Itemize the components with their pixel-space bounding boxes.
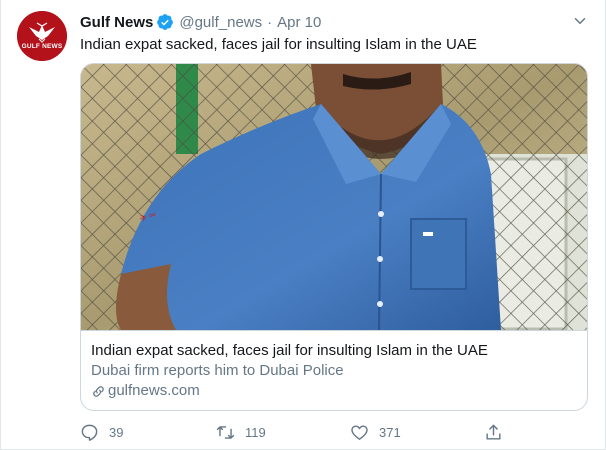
link-card[interactable]: ✈ ═ Indian expat sacked, faces jail for … <box>80 63 588 411</box>
tweet-actions: 39 119 371 <box>80 422 510 442</box>
separator-dot: · <box>267 13 273 31</box>
chevron-down-icon[interactable] <box>571 12 589 30</box>
share-button[interactable] <box>484 422 513 442</box>
tweet-date[interactable]: Apr 10 <box>277 14 321 31</box>
heart-icon <box>350 423 369 442</box>
verified-badge-icon <box>156 13 174 31</box>
retweet-count: 119 <box>245 424 266 440</box>
reply-count: 39 <box>109 424 124 440</box>
card-body: Indian expat sacked, faces jail for insu… <box>81 330 587 410</box>
card-description: Dubai firm reports him to Dubai Police <box>91 362 344 379</box>
tweet-header: Gulf News @gulf_news · Apr 10 <box>80 12 321 32</box>
link-icon <box>91 384 106 399</box>
retweet-button[interactable]: 119 <box>216 422 266 442</box>
retweet-icon <box>216 423 235 442</box>
reply-button[interactable]: 39 <box>80 422 123 442</box>
gulf-news-logo <box>17 11 67 61</box>
card-image: ✈ ═ <box>81 64 587 330</box>
card-domain: gulfnews.com <box>91 381 579 401</box>
card-title: Indian expat sacked, faces jail for insu… <box>91 342 488 359</box>
author-name[interactable]: Gulf News <box>80 14 153 31</box>
avatar-logo-text: GULF NEWS <box>21 43 63 50</box>
tweet-text: Indian expat sacked, faces jail for insu… <box>80 36 477 53</box>
reply-icon <box>80 423 99 442</box>
tweet[interactable]: GULF NEWS Gulf News @gulf_news · Apr 10 … <box>0 0 606 450</box>
avatar[interactable]: GULF NEWS <box>17 11 67 61</box>
like-count: 371 <box>379 424 401 440</box>
card-domain-text: gulfnews.com <box>108 382 200 399</box>
share-icon <box>484 423 503 442</box>
author-handle[interactable]: @gulf_news <box>179 14 262 31</box>
like-button[interactable]: 371 <box>350 422 401 442</box>
